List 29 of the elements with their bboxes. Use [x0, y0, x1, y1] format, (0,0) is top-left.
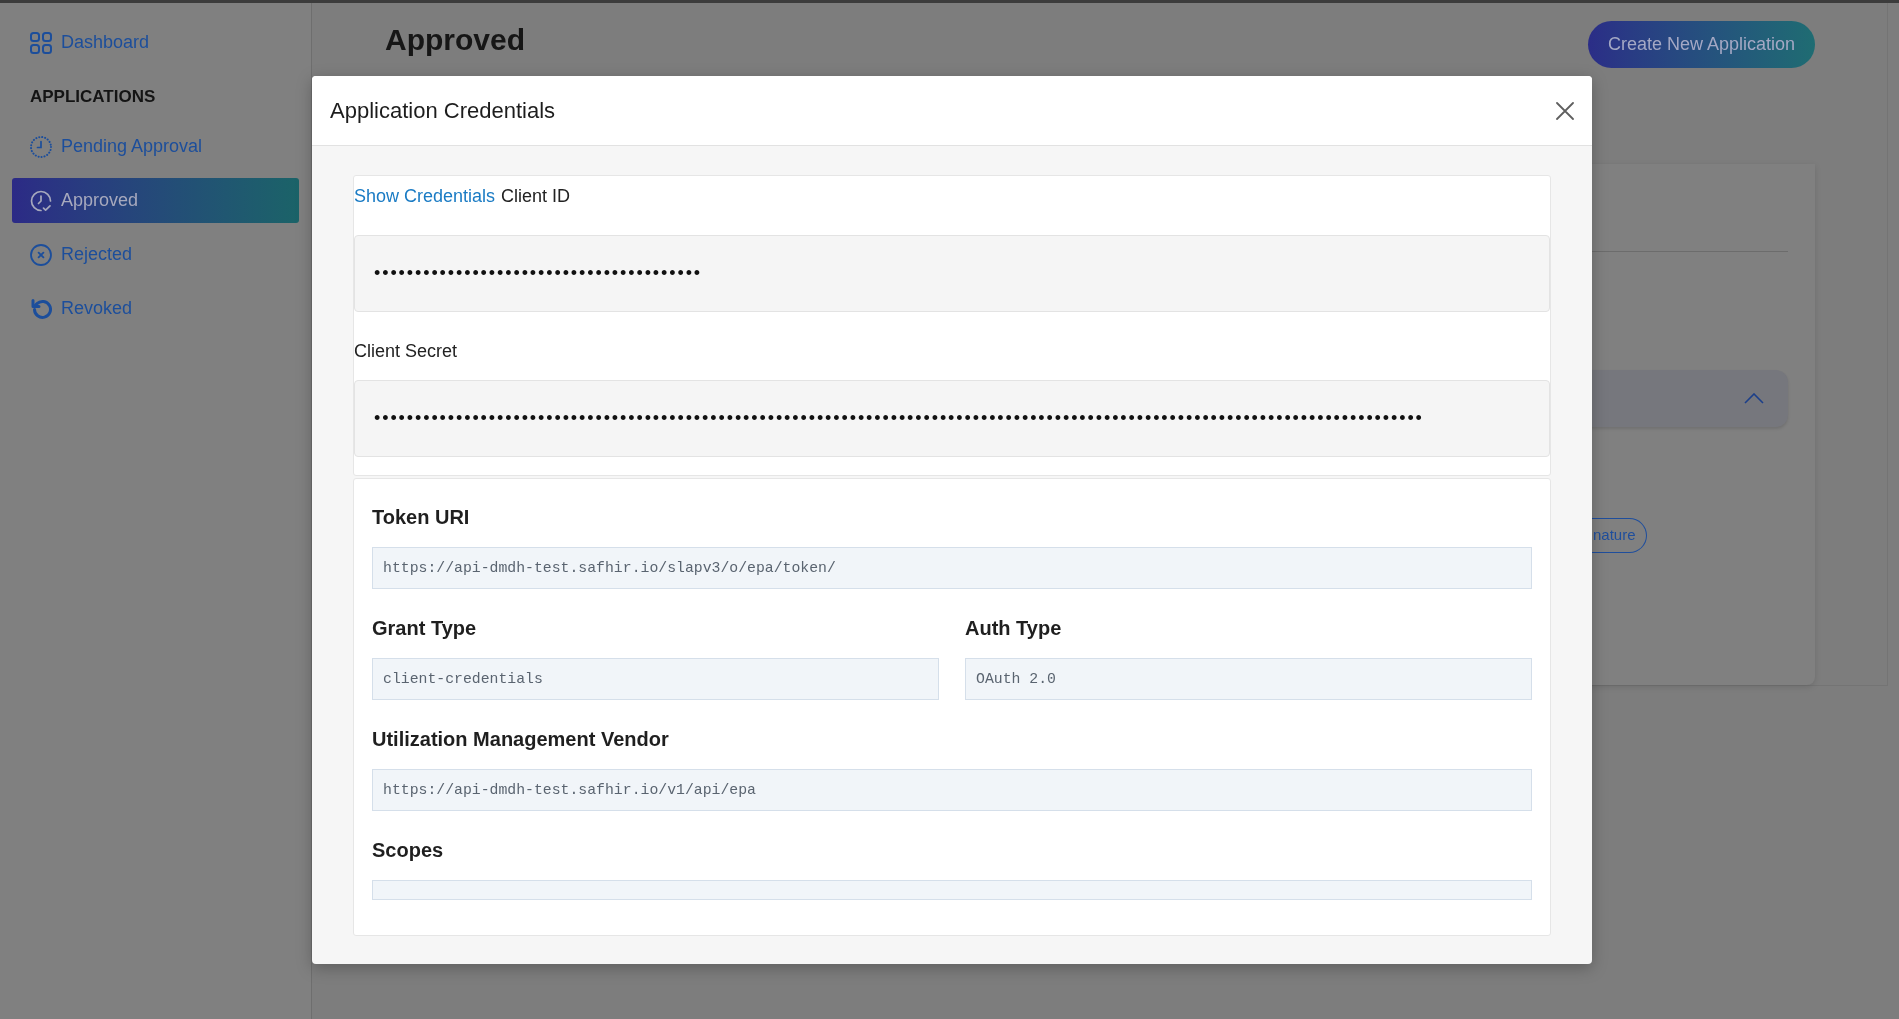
- field-label: Client ID: [501, 185, 571, 208]
- sidebar-item[interactable]: Revoked: [12, 286, 299, 331]
- dotted-clock-icon: [30, 135, 52, 158]
- dialog-title: Application Credentials: [330, 96, 556, 125]
- value-field: https://api-dmdh-test.safhir.io/v1/api/epa: [372, 769, 1532, 811]
- field-label: Grant Type: [372, 616, 477, 641]
- field-label: Client Secret: [354, 340, 458, 363]
- show-credentials-link[interactable]: Show Credentials: [354, 184, 496, 208]
- section-title: APPLICATIONS: [30, 87, 156, 107]
- counterclockwise-arrow-icon: [30, 297, 52, 320]
- value-field: OAuth 2.0: [965, 658, 1532, 700]
- dashboard-link[interactable]: Dashboard: [12, 20, 299, 65]
- sidebar-item[interactable]: Pending Approval: [12, 124, 299, 169]
- field-label: Token URI: [372, 505, 470, 530]
- clock-check-icon: [30, 189, 52, 212]
- field-label: Scopes: [372, 838, 444, 863]
- page-title: Approved: [385, 22, 525, 58]
- circle-x-icon: [30, 243, 52, 266]
- close-icon: [1556, 101, 1574, 120]
- create-application-button[interactable]: Create New Application: [1587, 21, 1815, 68]
- masked-field: ••••••••••••••••••••••••••••••••••••••••: [354, 235, 1550, 312]
- value-field: https://api-dmdh-test.safhir.io/slapv3/o/epa/token/: [372, 547, 1532, 589]
- masked-field: ••••••••••••••••••••••••••••••••••••••••••••••••••••••••••••••••••••••••••••••••••••••••••••••••••••••••••••••••••••••••••••••••: [354, 380, 1550, 457]
- sidebar-item[interactable]: Approved: [12, 178, 299, 223]
- value-field: client-credentials: [372, 658, 939, 700]
- field-label: Auth Type: [965, 616, 1062, 641]
- grid-icon: [30, 31, 52, 54]
- sidebar-item[interactable]: Rejected: [12, 232, 299, 277]
- field-label: Utilization Management Vendor: [372, 727, 669, 752]
